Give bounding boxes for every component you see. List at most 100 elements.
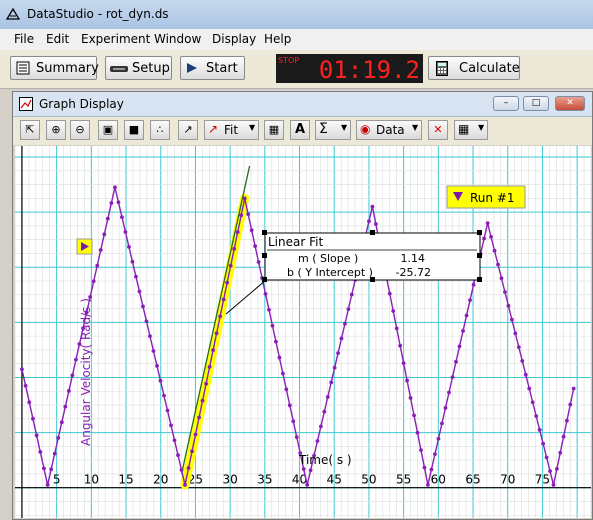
y-axis-scale-handle[interactable] xyxy=(76,238,93,255)
data-point xyxy=(339,336,344,341)
menu-window[interactable]: Window xyxy=(154,32,201,46)
data-point xyxy=(70,373,75,378)
lock-icon[interactable]: ■ xyxy=(124,120,144,140)
text-annotation-icon[interactable]: A xyxy=(290,120,310,140)
intercept-label: b ( Y Intercept ) xyxy=(287,266,373,279)
data-cursor-icon[interactable]: ∴ xyxy=(150,120,170,140)
data-point xyxy=(246,212,251,217)
minimize-button[interactable]: – xyxy=(493,96,519,111)
summary-button[interactable]: Summary xyxy=(10,56,99,80)
data-point xyxy=(45,483,50,487)
data-point xyxy=(332,365,337,370)
data-point xyxy=(571,386,576,391)
menu-display[interactable]: Display xyxy=(212,32,256,46)
run-legend-label: Run #1 xyxy=(470,191,515,205)
data-point xyxy=(391,309,396,313)
x-axis-label: Time( s ) xyxy=(298,453,352,467)
setup-button[interactable]: Setup xyxy=(105,56,172,80)
data-point xyxy=(422,465,427,470)
data-point xyxy=(489,235,493,239)
x-tick-label: 60 xyxy=(431,473,446,487)
data-point xyxy=(443,406,448,410)
data-point xyxy=(387,291,392,296)
data-point xyxy=(461,329,465,333)
menu-help[interactable]: Help xyxy=(264,32,291,46)
data-point xyxy=(183,483,187,487)
data-point xyxy=(277,355,282,360)
data-point xyxy=(144,319,149,324)
data-point xyxy=(412,413,416,418)
data-point xyxy=(232,247,237,251)
data-point xyxy=(190,449,194,454)
data-point xyxy=(59,420,64,425)
data-point xyxy=(151,349,156,353)
data-point xyxy=(52,451,57,456)
fit-dropdown[interactable]: ↗ Fit ▼ xyxy=(204,120,259,140)
data-point xyxy=(405,378,409,383)
data-point xyxy=(38,449,43,454)
setup-icon xyxy=(110,66,128,72)
data-dropdown[interactable]: ◉ Data ▼ xyxy=(356,120,422,140)
data-point xyxy=(218,314,223,319)
statistics-dropdown[interactable]: Σ ▼ xyxy=(315,120,351,140)
data-point xyxy=(308,468,313,473)
x-tick-label: 5 xyxy=(53,473,61,487)
linear-fit-box[interactable]: Linear Fit m ( Slope ) 1.14 b ( Y Interc… xyxy=(262,230,482,282)
data-point xyxy=(561,434,566,439)
data-point xyxy=(419,448,423,453)
data-point xyxy=(235,230,240,234)
autoscale-icon[interactable]: ⇱ xyxy=(20,120,40,140)
menu-experiment[interactable]: Experiment xyxy=(81,32,150,46)
x-tick-label: 30 xyxy=(222,473,237,487)
data-point xyxy=(506,303,511,308)
menu-file[interactable]: File xyxy=(14,32,34,46)
graph-title: Graph Display xyxy=(39,97,124,111)
zoom-in-icon[interactable]: ⊕ xyxy=(46,120,66,140)
data-point xyxy=(329,380,334,385)
slope-tool-icon[interactable]: ↗ xyxy=(178,120,198,140)
data-point xyxy=(267,307,271,312)
data-point xyxy=(214,331,219,336)
fit-label: Fit xyxy=(224,123,239,137)
data-point xyxy=(95,263,100,268)
data-point xyxy=(239,213,244,218)
x-tick-label: 70 xyxy=(500,473,515,487)
data-point xyxy=(305,483,310,487)
data-point xyxy=(249,228,254,233)
zoom-select-icon[interactable]: ▣ xyxy=(98,120,118,140)
data-point xyxy=(105,216,110,221)
data-point xyxy=(63,404,68,409)
data-point xyxy=(485,221,490,226)
intercept-value: -25.72 xyxy=(396,266,431,279)
delete-icon[interactable]: ✕ xyxy=(428,120,448,140)
close-button[interactable]: ✕ xyxy=(555,96,585,111)
graph-settings-dropdown[interactable]: ▦ ▼ xyxy=(454,120,488,140)
data-point xyxy=(548,469,552,474)
data-point xyxy=(193,432,198,437)
data-point xyxy=(503,290,507,294)
data-point xyxy=(256,260,261,264)
data-point xyxy=(291,419,296,424)
data-point xyxy=(394,326,399,331)
data-label: Data xyxy=(376,123,405,137)
chevron-down-icon: ▼ xyxy=(478,123,485,132)
data-point xyxy=(179,468,184,472)
data-point xyxy=(370,204,375,209)
start-button[interactable]: Start xyxy=(180,56,245,80)
calculate-button[interactable]: Calculate xyxy=(428,56,520,80)
zoom-out-icon[interactable]: ⊖ xyxy=(70,120,90,140)
run-legend[interactable]: Run #1 xyxy=(446,185,526,209)
fit-icon: ↗ xyxy=(208,122,219,136)
data-point xyxy=(137,289,142,294)
data-point xyxy=(315,439,320,443)
data-point xyxy=(450,375,455,380)
data-point xyxy=(322,409,327,414)
graph-plot-area[interactable]: 51015202530354045505560657075246810 Time… xyxy=(15,146,591,518)
data-point xyxy=(398,343,403,348)
data-point xyxy=(176,453,180,458)
data-point xyxy=(56,436,61,440)
maximize-button[interactable]: □ xyxy=(523,96,549,111)
data-point xyxy=(109,201,114,205)
calculator-icon[interactable]: ▦ xyxy=(264,120,284,140)
menu-edit[interactable]: Edit xyxy=(46,32,69,46)
